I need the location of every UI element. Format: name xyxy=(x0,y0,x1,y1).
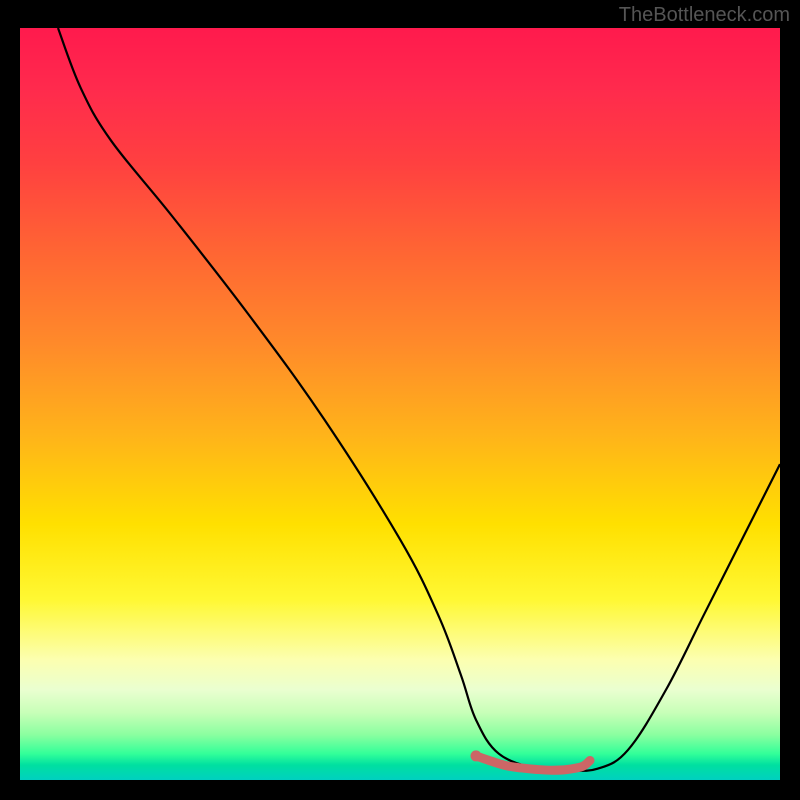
highlight-region-path xyxy=(476,756,590,770)
bottleneck-curve-path xyxy=(58,28,780,771)
highlight-start-dot xyxy=(471,750,482,761)
plot-area xyxy=(20,28,780,780)
watermark-text: TheBottleneck.com xyxy=(619,4,790,27)
chart-svg xyxy=(20,28,780,780)
